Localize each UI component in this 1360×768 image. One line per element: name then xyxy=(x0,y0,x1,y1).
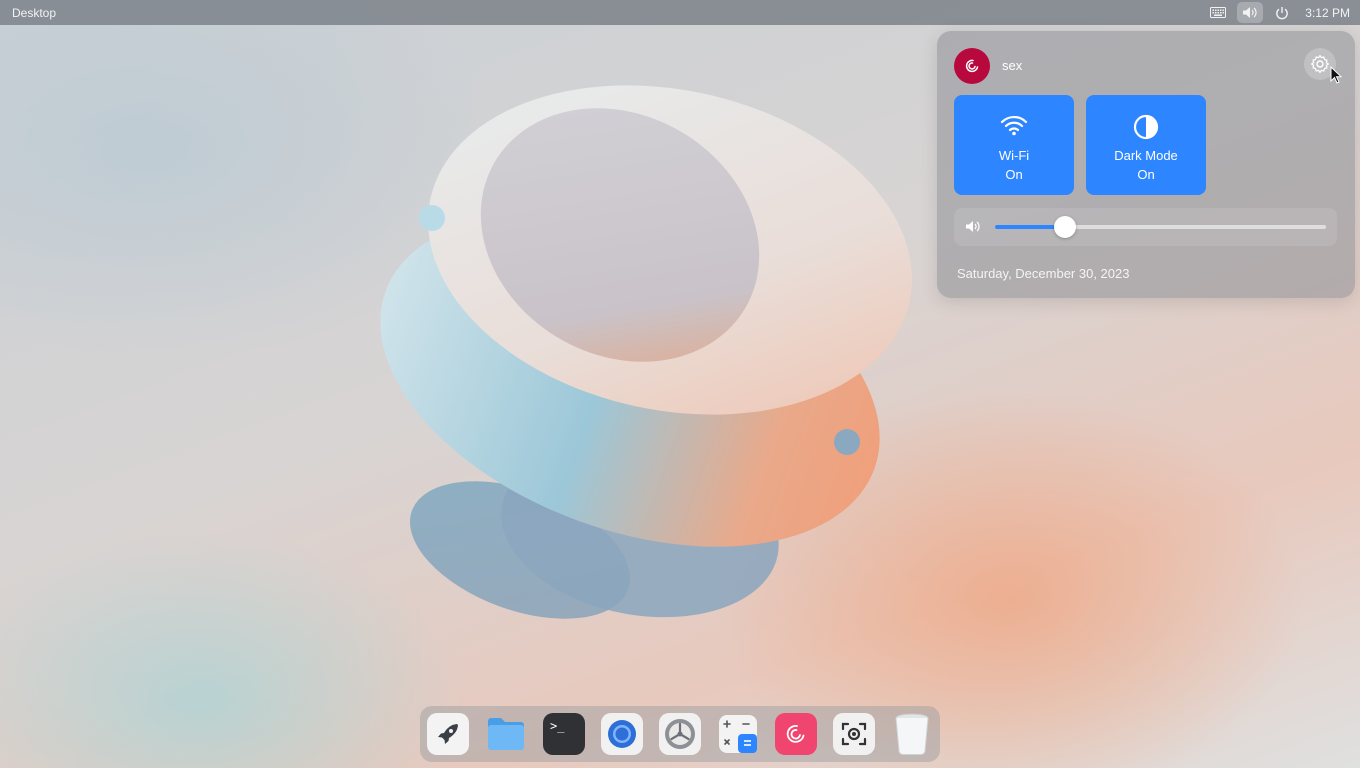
speaker-icon[interactable] xyxy=(965,220,981,238)
calculator-icon[interactable] xyxy=(717,713,759,755)
power-icon[interactable] xyxy=(1269,2,1295,23)
date-label: Saturday, December 30, 2023 xyxy=(957,266,1130,281)
terminal-prompt: >_ xyxy=(550,719,565,733)
dark-mode-state: On xyxy=(1137,167,1155,182)
launcher-icon[interactable] xyxy=(427,713,469,755)
browser-icon[interactable] xyxy=(601,713,643,755)
system-settings-icon[interactable] xyxy=(659,713,701,755)
trash-icon[interactable] xyxy=(891,713,933,755)
screenshot-icon[interactable] xyxy=(833,713,875,755)
volume-icon[interactable] xyxy=(1237,2,1264,23)
wifi-icon xyxy=(1000,115,1028,136)
window-title: Desktop xyxy=(12,6,57,20)
system-tray: 3:12 PM xyxy=(1205,0,1350,25)
wifi-state: On xyxy=(1005,167,1023,182)
dark-mode-icon xyxy=(1133,114,1159,140)
wifi-label: Wi-Fi xyxy=(998,148,1030,163)
files-icon[interactable] xyxy=(485,713,527,755)
volume-slider[interactable] xyxy=(995,216,1326,238)
dock: >_ xyxy=(420,706,940,762)
quick-settings-panel: sex Wi-Fi On Dark Mode On Saturday, Dece… xyxy=(937,31,1355,298)
volume-control xyxy=(954,208,1337,246)
username: sex xyxy=(1002,58,1023,73)
avatar[interactable] xyxy=(954,48,990,84)
volume-slider-handle[interactable] xyxy=(1053,216,1076,238)
top-panel: Desktop 3:12 PM xyxy=(0,0,1360,25)
debian-icon[interactable] xyxy=(775,713,817,755)
keyboard-icon[interactable] xyxy=(1205,2,1231,23)
dark-mode-toggle[interactable]: Dark Mode On xyxy=(1086,95,1206,195)
wallpaper-sculpture xyxy=(360,80,940,640)
gear-icon xyxy=(1310,54,1330,74)
clock[interactable]: 3:12 PM xyxy=(1305,6,1350,20)
dark-mode-label: Dark Mode xyxy=(1114,148,1178,163)
mouse-cursor-icon xyxy=(1330,65,1343,89)
wifi-toggle[interactable]: Wi-Fi On xyxy=(954,95,1074,195)
terminal-icon[interactable]: >_ xyxy=(543,713,585,755)
debian-logo-icon xyxy=(965,59,979,73)
